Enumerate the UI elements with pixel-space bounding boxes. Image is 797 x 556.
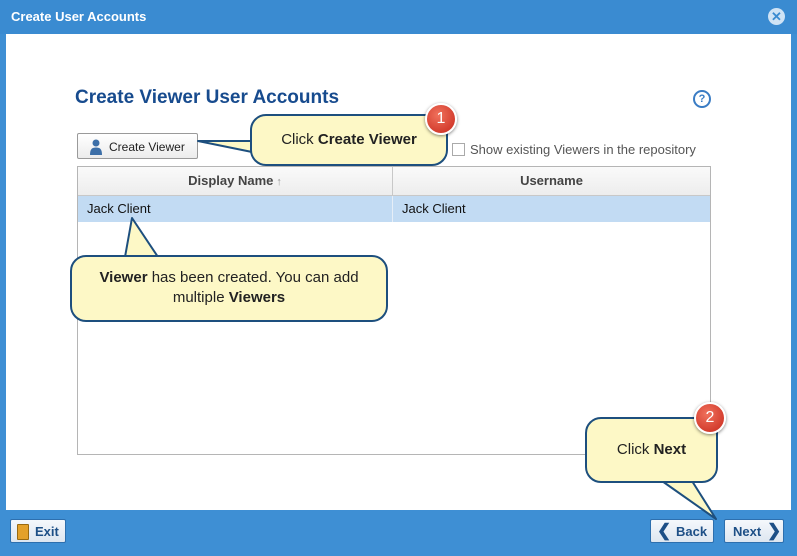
- table-row[interactable]: Jack Client Jack Client: [78, 196, 710, 222]
- chevron-right-icon: ❯: [767, 521, 782, 540]
- step-badge: 2: [694, 402, 726, 434]
- callout-viewer-created: Viewer has been created. You can add mul…: [70, 255, 388, 322]
- cell-username: Jack Client: [402, 201, 466, 216]
- chevron-left-icon: ❮: [657, 521, 672, 540]
- title-bar: Create User Accounts ✕: [0, 0, 797, 34]
- callout-text: Click: [281, 131, 318, 148]
- column-header-username[interactable]: Username: [393, 167, 710, 195]
- create-viewer-button[interactable]: Create Viewer: [77, 133, 198, 159]
- callout-bold-text: Viewers: [228, 289, 286, 306]
- callout-create-viewer: Click Create Viewer: [250, 114, 448, 166]
- page-title: Create Viewer User Accounts: [75, 87, 340, 108]
- window-title: Create User Accounts: [11, 9, 147, 24]
- cell-display-name: Jack Client: [87, 201, 151, 216]
- next-label: Next: [733, 524, 762, 539]
- next-button[interactable]: Next ❯: [724, 519, 784, 543]
- person-icon: [90, 139, 102, 155]
- column-header-label: Display Name: [188, 173, 274, 188]
- exit-door-icon: [17, 524, 29, 540]
- callout-bold-text: Create Viewer: [317, 131, 417, 148]
- close-icon[interactable]: ✕: [768, 8, 785, 25]
- dialog-footer: Exit ❮ Back Next ❯: [0, 510, 797, 556]
- callout-bold-text: Next: [653, 441, 687, 458]
- show-existing-checkbox[interactable]: [452, 143, 465, 156]
- back-button[interactable]: ❮ Back: [650, 519, 714, 543]
- back-label: Back: [676, 524, 708, 539]
- show-existing-label: Show existing Viewers in the repository: [470, 142, 696, 157]
- exit-label: Exit: [35, 524, 59, 539]
- callout-bold-text: Viewer: [99, 269, 148, 286]
- table-header: Display Name ↑ Username: [78, 167, 710, 196]
- step-badge: 1: [425, 103, 457, 135]
- exit-button[interactable]: Exit: [10, 519, 66, 543]
- column-divider: [392, 196, 393, 222]
- callout-text: Click: [616, 441, 654, 458]
- create-viewer-label: Create Viewer: [109, 140, 185, 154]
- column-header-label: Username: [520, 173, 583, 188]
- column-header-display-name[interactable]: Display Name ↑: [78, 167, 393, 195]
- sort-ascending-icon: ↑: [276, 176, 282, 188]
- help-icon[interactable]: ?: [693, 90, 711, 108]
